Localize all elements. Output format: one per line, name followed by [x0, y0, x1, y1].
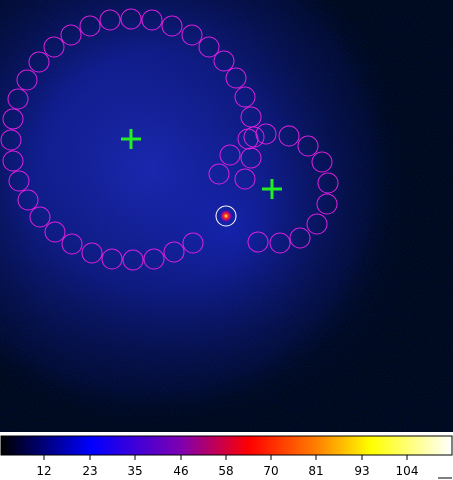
- colorbar: 12 23 35 46 58 70 81 93 104: [0, 435, 453, 479]
- colorbar-tick-label: 93: [354, 464, 369, 478]
- colorbar-tick-label: 104: [396, 464, 419, 478]
- image-frame[interactable]: [0, 0, 453, 432]
- image-viewer[interactable]: 12 23 35 46 58 70 81 93 104: [0, 0, 453, 480]
- colorbar-tick-label: 46: [173, 464, 188, 478]
- colorbar-tick-label: 70: [263, 464, 278, 478]
- colorbar-tick-label: 58: [218, 464, 233, 478]
- colorbar-tick-label: 12: [36, 464, 51, 478]
- colorbar-gradient: [0, 435, 453, 456]
- point-source: [220, 210, 232, 222]
- colorbar-tick-label: 23: [82, 464, 97, 478]
- colorbar-ticks: 12 23 35 46 58 70 81 93 104: [36, 455, 418, 478]
- colorbar-tick-label: 81: [308, 464, 323, 478]
- colorbar-tick-label: 35: [127, 464, 142, 478]
